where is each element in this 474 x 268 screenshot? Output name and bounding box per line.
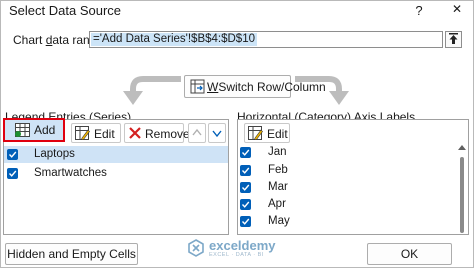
chart-data-range-value: ='Add Data Series'!$B$4:$D$10 xyxy=(91,33,257,46)
help-button[interactable]: ? xyxy=(412,3,426,19)
hidden-empty-cells-button[interactable]: Hidden and Empty Cells xyxy=(5,243,138,265)
axis-label-text: Feb xyxy=(268,164,288,176)
axis-label-checkbox[interactable] xyxy=(240,165,251,176)
edit-table-icon xyxy=(75,126,90,140)
move-up-button[interactable] xyxy=(188,123,206,143)
axis-label-row[interactable]: May xyxy=(238,213,454,230)
checkmark-icon xyxy=(8,151,17,158)
chevron-up-icon xyxy=(192,128,202,136)
axis-labels-scrollbar[interactable] xyxy=(457,145,467,233)
edit-series-label: Edit xyxy=(94,127,115,141)
legend-entry-row[interactable]: Smartwatches xyxy=(4,165,228,182)
legend-entry-checkbox[interactable] xyxy=(7,168,18,179)
upload-arrow-icon xyxy=(449,33,458,44)
ok-button[interactable]: OK xyxy=(367,243,452,265)
title-bar: Select Data Source ? ✕ xyxy=(1,1,473,25)
edit-axis-labels-button[interactable]: Edit xyxy=(244,123,290,143)
axis-label-checkbox[interactable] xyxy=(240,182,251,193)
add-table-icon xyxy=(15,123,30,137)
legend-entry-label: Smartwatches xyxy=(34,167,107,179)
add-series-button[interactable]: Add xyxy=(3,118,65,142)
axis-label-checkbox[interactable] xyxy=(240,199,251,210)
scroll-up-arrow-icon[interactable] xyxy=(458,145,466,150)
edit-series-button[interactable]: Edit xyxy=(71,123,121,143)
close-icon[interactable]: ✕ xyxy=(448,2,466,20)
select-data-source-dialog: Select Data Source ? ✕ Chart data range:… xyxy=(0,0,474,268)
checkmark-icon xyxy=(241,149,250,156)
axis-label-text: Mar xyxy=(268,181,288,193)
chart-data-range-input[interactable]: ='Add Data Series'!$B$4:$D$10 xyxy=(89,31,443,48)
chevron-down-icon xyxy=(212,130,222,138)
checkmark-icon xyxy=(8,170,17,177)
remove-series-label: Remove xyxy=(145,127,190,141)
exceldemy-logo-icon xyxy=(188,239,204,257)
remove-series-button[interactable]: Remove xyxy=(124,123,190,143)
axis-label-text: May xyxy=(268,215,290,227)
checkmark-icon xyxy=(241,218,250,225)
legend-entry-row[interactable]: Laptops xyxy=(4,146,228,163)
checkmark-icon xyxy=(241,201,250,208)
switch-row-column-label: WSwitch Row/Column xyxy=(207,80,326,94)
axis-label-row[interactable]: Feb xyxy=(238,162,454,179)
axis-label-checkbox[interactable] xyxy=(240,216,251,227)
legend-entry-label: Laptops xyxy=(34,148,75,160)
edit-table-icon xyxy=(248,126,263,140)
scrollbar-thumb[interactable] xyxy=(460,157,464,233)
edit-axis-labels-label: Edit xyxy=(267,127,288,141)
checkmark-icon xyxy=(241,184,250,191)
checkmark-icon xyxy=(241,167,250,174)
add-series-label: Add xyxy=(34,123,56,137)
axis-label-row[interactable]: Apr xyxy=(238,196,454,213)
remove-x-icon xyxy=(129,127,141,139)
watermark-subtitle: EXCEL · DATA · BI xyxy=(209,252,264,258)
watermark-name: exceldemy xyxy=(209,238,276,253)
switch-left-arrow-icon xyxy=(123,76,181,105)
collapse-dialog-button[interactable] xyxy=(445,31,462,48)
legend-entry-checkbox[interactable] xyxy=(7,149,18,160)
move-down-button[interactable] xyxy=(208,123,226,143)
axis-label-checkbox[interactable] xyxy=(240,147,251,158)
watermark: exceldemy EXCEL · DATA · BI xyxy=(187,237,291,259)
switch-row-column-button[interactable]: WSwitch Row/Column xyxy=(184,75,326,98)
switch-row-column-icon xyxy=(190,79,205,94)
axis-label-text: Jan xyxy=(268,146,287,158)
axis-label-row[interactable]: Jan xyxy=(238,144,454,161)
axis-label-row[interactable]: Mar xyxy=(238,179,454,196)
axis-label-text: Apr xyxy=(268,198,286,210)
dialog-title: Select Data Source xyxy=(9,3,122,18)
